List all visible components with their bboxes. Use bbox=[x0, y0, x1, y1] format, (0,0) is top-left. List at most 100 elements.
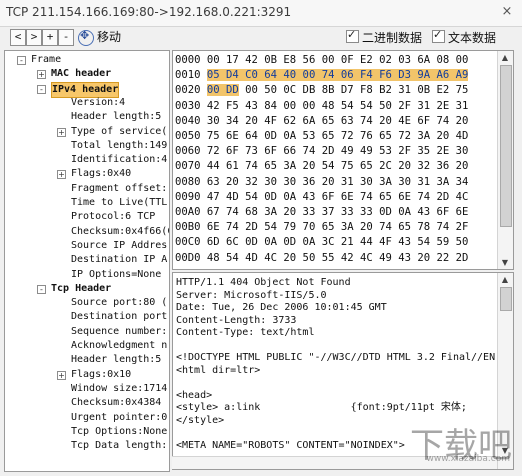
tree-node[interactable]: Window size:1714 bbox=[71, 382, 167, 396]
tree-node[interactable]: Protocol:6 TCP bbox=[71, 210, 155, 224]
tree-expander-icon[interactable]: + bbox=[57, 127, 66, 137]
hex-address: 0000 bbox=[175, 54, 207, 66]
tree-node[interactable]: Header length:5 ( bbox=[71, 110, 169, 124]
hex-bytes: 42 F5 43 84 00 00 48 54 54 50 2F 31 2E 3… bbox=[206, 99, 469, 112]
window-title: TCP 211.154.166.169:80->192.168.0.221:32… bbox=[6, 5, 292, 19]
next-button[interactable]: > bbox=[26, 29, 42, 46]
packet-tree[interactable]: - Frame + MAC header - IPv4 header Version:4 He… bbox=[4, 50, 170, 472]
checkbox-checked-icon bbox=[346, 28, 359, 43]
hex-row: 0040 30 34 20 4F 62 6A 65 63 74 20 4E 6F… bbox=[175, 114, 468, 129]
tree-node[interactable]: Frame bbox=[31, 53, 61, 67]
scroll-thumb[interactable] bbox=[500, 287, 512, 311]
tree-node[interactable]: Type of service( bbox=[71, 125, 167, 139]
hex-address: 00A0 bbox=[175, 206, 207, 218]
hex-row: 00C0 6D 6C 0D 0A 0D 0A 3C 21 44 4F 43 54… bbox=[175, 235, 468, 250]
tree-node[interactable]: Source IP Addres bbox=[71, 239, 167, 253]
text-line: Content-Type: text/html bbox=[176, 327, 315, 338]
text-line: <META NAME="ROBOTS" CONTENT="NOINDEX"> bbox=[176, 439, 405, 451]
scroll-up-icon[interactable]: ▲ bbox=[500, 53, 510, 62]
hex-row: 00B0 6E 74 2D 54 79 70 65 3A 20 74 65 78… bbox=[175, 220, 468, 235]
hex-row: 0030 42 F5 43 84 00 00 48 54 54 50 2F 31… bbox=[175, 99, 468, 114]
tree-node[interactable]: Tcp Header bbox=[51, 282, 111, 296]
tree-node[interactable]: Destination port bbox=[71, 310, 167, 324]
text-line: <!DOCTYPE HTML PUBLIC "-//W3C//DTD HTML … bbox=[176, 352, 496, 363]
close-icon[interactable]: × bbox=[498, 3, 516, 21]
tree-node[interactable]: Fragment offset: bbox=[71, 182, 167, 196]
binary-data-label: 二进制数据 bbox=[362, 31, 423, 45]
tree-node[interactable]: Checksum:0x4384 bbox=[71, 396, 161, 410]
scroll-up-icon[interactable]: ▲ bbox=[500, 275, 510, 284]
tree-expander-icon[interactable]: + bbox=[57, 370, 66, 380]
scroll-down-icon[interactable]: ▼ bbox=[500, 258, 510, 267]
expand-button[interactable]: + bbox=[42, 29, 58, 46]
tree-node[interactable]: Acknowledgment n bbox=[71, 339, 167, 353]
tree-node[interactable]: Total length:149 bbox=[71, 139, 167, 153]
hex-bytes: 75 6E 64 0D 0A 53 65 72 76 65 72 3A 20 4… bbox=[206, 130, 469, 142]
tree-expander-icon[interactable]: - bbox=[17, 56, 26, 65]
tree-node[interactable]: Checksum:0x4f66(C bbox=[71, 225, 169, 239]
text-line: Date: Tue, 26 Dec 2006 10:01:45 GMT bbox=[176, 302, 387, 313]
hex-address: 0040 bbox=[175, 114, 207, 127]
hex-row: 0000 00 17 42 0B E8 56 00 0F E2 02 03 6A… bbox=[175, 53, 468, 68]
move-icon bbox=[78, 29, 94, 46]
tree-node[interactable]: Destination IP A bbox=[71, 253, 167, 267]
prev-button[interactable]: < bbox=[10, 29, 26, 46]
tree-node[interactable]: Header length:5 bbox=[71, 353, 161, 367]
text-line: HTTP/1.1 404 Object Not Found bbox=[176, 277, 351, 288]
hex-address: 0050 bbox=[175, 130, 207, 142]
move-button[interactable]: 移动 bbox=[78, 28, 122, 46]
hex-bytes-highlighted: 05 D4 C0 64 40 00 74 06 F4 F6 D3 9A A6 A… bbox=[206, 69, 469, 82]
tree-node[interactable]: Time to Live(TTL bbox=[71, 196, 167, 210]
hex-address: 0010 bbox=[175, 69, 207, 82]
hex-bytes: 6D 6C 0D 0A 0D 0A 3C 21 44 4F 43 54 59 5… bbox=[206, 236, 469, 249]
hex-bytes: 63 20 32 30 30 36 20 31 30 3A 30 31 3A 3… bbox=[206, 175, 469, 188]
collapse-button[interactable]: - bbox=[58, 29, 74, 46]
hex-address: 00B0 bbox=[175, 221, 207, 234]
tree-node[interactable]: Sequence number: bbox=[71, 325, 167, 339]
tree-node[interactable]: IP Options=None bbox=[71, 268, 161, 282]
hex-row: 0090 47 4D 54 0D 0A 43 6F 6E 74 65 6E 74… bbox=[175, 190, 468, 205]
tree-node[interactable]: Source port:80 ( bbox=[71, 296, 167, 310]
toolbar: < > + - 移动 二进制数据 文本数据 bbox=[0, 26, 522, 48]
hex-bytes: 00 17 42 0B E8 56 00 0F E2 02 03 6A 08 0… bbox=[206, 54, 469, 66]
text-data-checkbox[interactable]: 文本数据 bbox=[432, 28, 497, 46]
text-line: Server: Microsoft-IIS/5.0 bbox=[176, 289, 327, 301]
hex-bytes: 00 50 0C DB 8B D7 F8 B2 31 0B E2 75 bbox=[238, 84, 469, 97]
hex-address: 0030 bbox=[175, 99, 207, 112]
tree-expander-icon[interactable]: - bbox=[37, 284, 46, 294]
text-line: Content-Length: 3733 bbox=[176, 314, 297, 326]
hex-bytes: 72 6F 73 6F 66 74 2D 49 49 53 2F 35 2E 3… bbox=[206, 145, 469, 158]
text-data-label: 文本数据 bbox=[448, 31, 497, 45]
tree-node[interactable]: Tcp Options:None bbox=[71, 425, 167, 439]
checkbox-checked-icon bbox=[432, 28, 445, 43]
hex-address: 0060 bbox=[175, 145, 207, 158]
hex-address: 0080 bbox=[175, 175, 207, 188]
tree-expander-icon[interactable]: - bbox=[37, 84, 46, 94]
hex-address: 00C0 bbox=[175, 236, 207, 249]
hex-bytes: 6E 74 2D 54 79 70 65 3A 20 74 65 78 74 2… bbox=[206, 221, 469, 234]
tree-node[interactable]: Urgent pointer:0 bbox=[71, 411, 167, 425]
hex-bytes: 48 54 4D 4C 20 50 55 42 4C 49 43 20 22 2… bbox=[206, 251, 469, 264]
hex-row: 0050 75 6E 64 0D 0A 53 65 72 76 65 72 3A… bbox=[175, 129, 468, 144]
scroll-thumb[interactable] bbox=[500, 65, 512, 227]
tree-node[interactable]: Flags:0x40 bbox=[71, 167, 131, 181]
tree-node[interactable]: MAC header bbox=[51, 67, 111, 81]
text-line: <style> a:link {font:9pt/11pt 宋体; bbox=[176, 402, 467, 413]
hex-scrollbar[interactable]: ▲ ▼ bbox=[497, 51, 513, 269]
hex-view[interactable]: ▲ ▼ 0000 00 17 42 0B E8 56 00 0F E2 02 0… bbox=[172, 50, 514, 270]
tree-expander-icon[interactable]: + bbox=[37, 70, 46, 80]
watermark-url: www.xiazaiba.com bbox=[426, 454, 510, 464]
tree-node[interactable]: Version:4 bbox=[71, 96, 125, 110]
tree-node[interactable]: Tcp Data length: bbox=[71, 439, 167, 453]
move-label: 移动 bbox=[97, 30, 122, 44]
tree-node[interactable]: Identification:4 bbox=[71, 153, 167, 167]
hex-row: 0020 00 DD 00 50 0C DB 8B D7 F8 B2 31 0B… bbox=[175, 83, 468, 98]
text-line: <html dir=ltr> bbox=[176, 364, 261, 376]
hex-bytes: 44 61 74 65 3A 20 54 75 65 2C 20 32 36 2… bbox=[206, 160, 469, 173]
binary-data-checkbox[interactable]: 二进制数据 bbox=[346, 28, 423, 46]
hex-row: 0070 44 61 74 65 3A 20 54 75 65 2C 20 32… bbox=[175, 159, 468, 174]
tree-expander-icon[interactable]: + bbox=[57, 170, 66, 180]
hex-address: 0070 bbox=[175, 160, 207, 173]
hex-address: 0020 bbox=[175, 84, 207, 97]
tree-node[interactable]: Flags:0x10 bbox=[71, 368, 131, 382]
